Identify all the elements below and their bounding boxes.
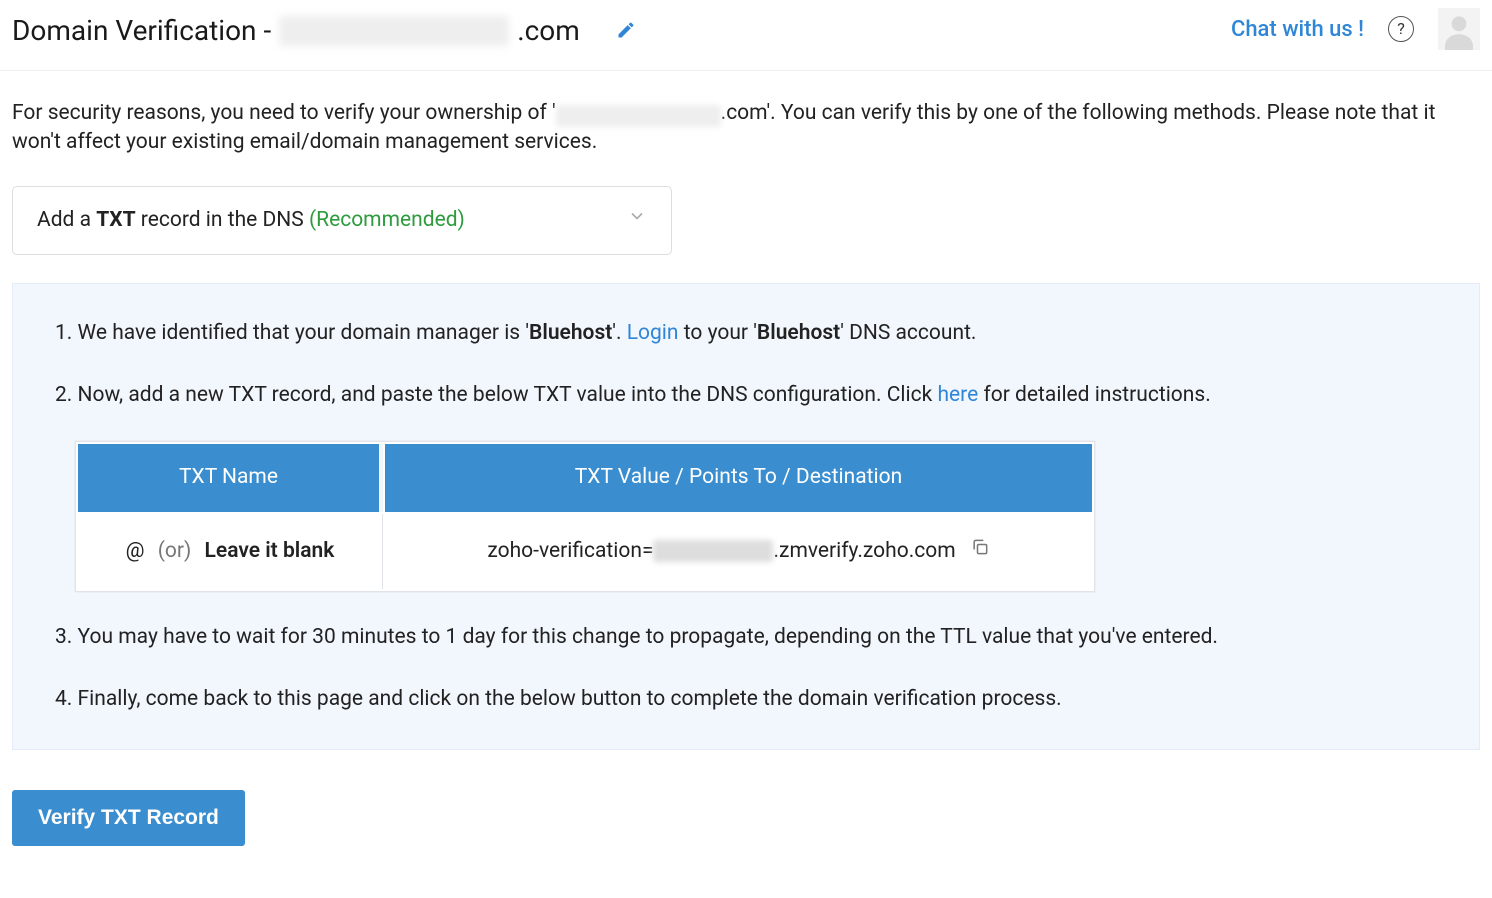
col-header-txt-value: TXT Value / Points To / Destination [385, 444, 1092, 512]
step2-post: for detailed instructions. [978, 383, 1211, 407]
step-4: 4. Finally, come back to this page and c… [55, 684, 1437, 716]
method-label-pre: Add a [37, 208, 96, 232]
step1-bluehost2: Bluehost [757, 321, 840, 345]
page-title: Domain Verification - .com [12, 10, 636, 52]
txt-value-pre: zoho-verification= [487, 539, 653, 563]
step1-bluehost: Bluehost [529, 321, 612, 345]
instructions-panel: 1. We have identified that your domain m… [12, 283, 1480, 750]
redacted-domain [279, 16, 509, 46]
verification-method-dropdown[interactable]: Add a TXT record in the DNS (Recommended… [12, 186, 672, 256]
redacted-verification-code [653, 540, 773, 562]
step-3: 3. You may have to wait for 30 minutes t… [55, 622, 1437, 654]
verification-description: For security reasons, you need to verify… [12, 99, 1480, 158]
pencil-icon[interactable] [616, 10, 636, 52]
page-header: Domain Verification - .com Chat with us … [0, 0, 1492, 71]
here-link[interactable]: here [937, 383, 978, 407]
chevron-down-icon [627, 205, 647, 237]
col-header-txt-name: TXT Name [78, 444, 383, 512]
content: For security reasons, you need to verify… [0, 71, 1492, 750]
step2-pre: 2. Now, add a new TXT record, and paste … [55, 383, 937, 407]
title-prefix: Domain Verification - [12, 10, 271, 52]
step1-end: ' DNS account. [840, 321, 976, 345]
step-1: 1. We have identified that your domain m… [55, 318, 1437, 350]
step-2: 2. Now, add a new TXT record, and paste … [55, 380, 1437, 412]
avatar[interactable] [1438, 8, 1480, 50]
method-label-bold: TXT [96, 208, 135, 232]
txt-name-blank: Leave it blank [205, 539, 335, 563]
txt-name-cell: @ (or) Leave it blank [78, 514, 383, 590]
login-link[interactable]: Login [627, 321, 679, 345]
txt-record-table: TXT Name TXT Value / Points To / Destina… [75, 441, 1095, 592]
method-label: Add a TXT record in the DNS (Recommended… [37, 205, 465, 237]
txt-name-or: (or) [158, 539, 192, 563]
desc-pre: For security reasons, you need to verify… [12, 101, 556, 125]
step1-post: to your ' [679, 321, 757, 345]
chat-link[interactable]: Chat with us ! [1231, 13, 1364, 46]
method-label-post: record in the DNS [136, 208, 309, 232]
verify-txt-record-button[interactable]: Verify TXT Record [12, 790, 245, 846]
table-row: @ (or) Leave it blank zoho-verification=… [78, 514, 1092, 590]
step1-mid: '. [612, 321, 626, 345]
step1-pre: 1. We have identified that your domain m… [55, 321, 529, 345]
txt-value-post: .zmverify.zoho.com [773, 539, 955, 563]
redacted-domain-inline [556, 105, 721, 127]
txt-value-cell-wrapper: zoho-verification= .zmverify.zoho.com [385, 514, 1092, 590]
help-icon[interactable]: ? [1388, 16, 1414, 42]
title-suffix: .com [517, 10, 580, 52]
copy-icon[interactable] [970, 536, 990, 568]
txt-name-at: @ [126, 539, 145, 563]
header-right: Chat with us ! ? [1231, 8, 1480, 50]
txt-value: zoho-verification= .zmverify.zoho.com [487, 536, 955, 568]
recommended-label: (Recommended) [309, 208, 465, 232]
